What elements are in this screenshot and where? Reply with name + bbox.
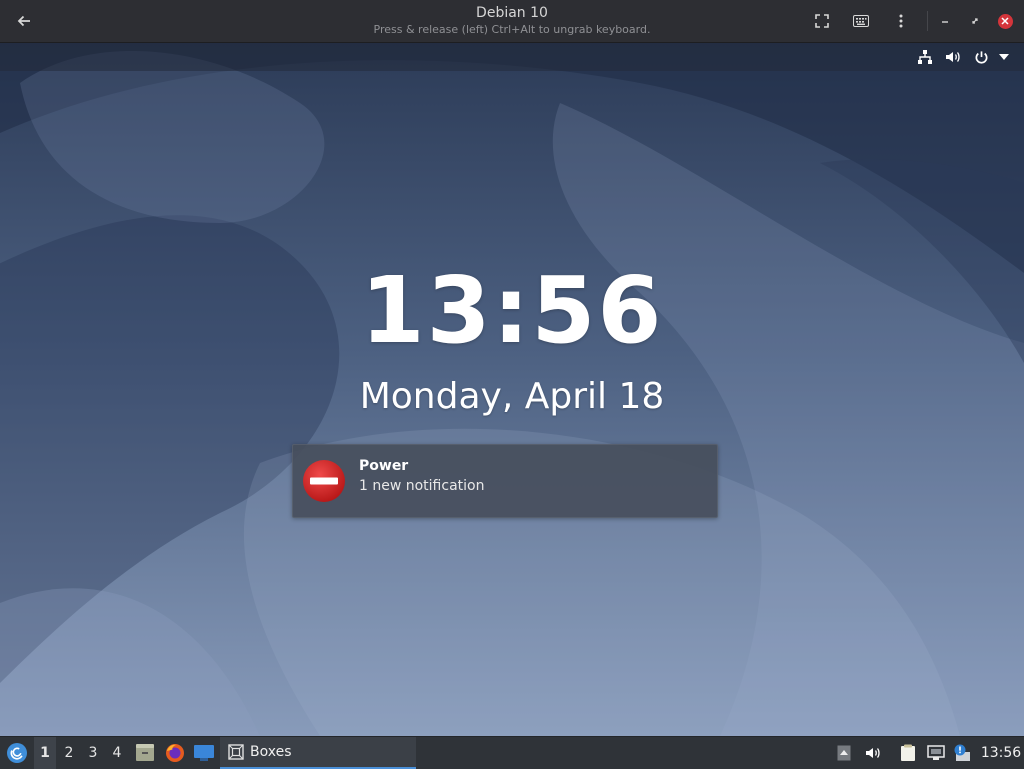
launcher-desktop[interactable] [192, 737, 216, 769]
firefox-icon [166, 744, 184, 762]
taskbar: 1 2 3 4 Boxes 13:56 [0, 736, 1024, 769]
tray-expand-button[interactable] [834, 737, 854, 769]
workspace-1[interactable]: 1 [34, 737, 56, 769]
start-menu-button[interactable] [2, 737, 32, 769]
volume-icon [946, 52, 960, 62]
launcher-file-manager[interactable] [133, 737, 157, 769]
top-panel [0, 43, 1024, 71]
vertical-ellipsis-icon [899, 14, 903, 28]
tray-network[interactable] [925, 737, 947, 769]
launcher-firefox[interactable] [163, 737, 187, 769]
power-notification[interactable]: Power 1 new notification [292, 444, 718, 518]
tray-volume[interactable] [862, 737, 884, 769]
workspace-2[interactable]: 2 [58, 737, 80, 769]
notification-title: Power [359, 458, 409, 474]
boxes-header-bar: Debian 10 Press & release (left) Ctrl+Al… [0, 0, 1024, 43]
update-notifier-icon [954, 744, 970, 761]
system-menu-arrow[interactable] [996, 48, 1012, 66]
clipboard-icon [901, 744, 915, 761]
minimize-icon [942, 21, 948, 23]
keyboard-button[interactable] [848, 9, 874, 33]
power-indicator[interactable] [971, 48, 991, 66]
network-monitor-icon [927, 745, 945, 760]
volume-icon [866, 748, 880, 758]
fullscreen-button[interactable] [809, 9, 835, 33]
close-button[interactable] [992, 9, 1018, 33]
volume-indicator[interactable] [943, 48, 963, 66]
power-icon [975, 50, 987, 64]
tray-arrow-up-icon [837, 745, 851, 761]
minimize-button[interactable] [932, 9, 958, 33]
task-label: Boxes [250, 744, 292, 760]
tray-clipboard[interactable] [897, 737, 919, 769]
debian-logo-icon [7, 743, 27, 763]
desktop-icon [194, 745, 214, 761]
triangle-down-icon [999, 54, 1009, 60]
restore-icon [972, 18, 978, 24]
fullscreen-icon [815, 14, 829, 28]
menu-button[interactable] [888, 9, 914, 33]
network-wired-icon [918, 50, 932, 64]
keyboard-icon [853, 15, 869, 27]
workspace-3[interactable]: 3 [82, 737, 104, 769]
boxes-app-icon [228, 744, 244, 760]
header-separator [927, 11, 928, 31]
restore-button[interactable] [962, 9, 988, 33]
network-indicator[interactable] [915, 48, 935, 66]
workspace-4[interactable]: 4 [106, 737, 128, 769]
tray-updates[interactable] [950, 737, 974, 769]
lock-date: Monday, April 18 [359, 376, 665, 417]
taskbar-clock[interactable]: 13:56 [978, 737, 1024, 769]
notification-body: 1 new notification [359, 478, 485, 494]
file-cabinet-icon [136, 744, 154, 761]
no-entry-icon [303, 460, 345, 502]
lock-clock: 13:56 [360, 257, 664, 364]
task-boxes[interactable]: Boxes [220, 737, 416, 769]
vm-display[interactable]: 13:56 Monday, April 18 Power 1 new notif… [0, 43, 1024, 736]
close-icon [997, 13, 1013, 29]
